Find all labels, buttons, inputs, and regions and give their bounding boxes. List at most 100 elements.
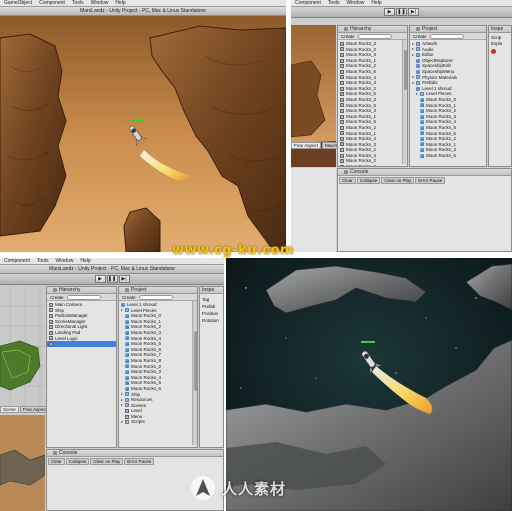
hierarchy-search-input[interactable] <box>66 294 101 300</box>
menu-component[interactable]: Component <box>4 258 30 264</box>
cube-icon <box>49 302 53 307</box>
menu-component[interactable]: Component <box>39 0 65 6</box>
console-clear-button[interactable]: Clear <box>48 458 65 465</box>
cube-icon <box>340 103 344 108</box>
console-clear-on-play-button[interactable]: Clear on Play <box>381 177 415 184</box>
cube-icon <box>340 153 344 158</box>
menu-bar: Component Tools Window Help <box>291 0 512 7</box>
tab-free-aspect[interactable]: Free Aspect <box>291 142 322 149</box>
project-scrollbar[interactable] <box>192 301 197 445</box>
expand-arrow-icon[interactable] <box>412 48 414 51</box>
list-item[interactable] <box>47 341 116 347</box>
step-button[interactable]: ▶| <box>408 8 419 16</box>
cube-icon <box>340 108 344 113</box>
inspector-tab[interactable]: Inspe <box>489 26 511 33</box>
menu-window[interactable]: Window <box>347 0 365 6</box>
mesh-icon <box>125 375 129 380</box>
list-item[interactable]: Moon Rocks_5 <box>410 153 486 159</box>
project-search-input[interactable] <box>138 294 173 300</box>
pause-button[interactable]: ❚❚ <box>396 8 407 16</box>
error-icon <box>491 49 496 54</box>
console-error-pause-button[interactable]: Error Pause <box>415 177 446 184</box>
play-button[interactable]: ▶ <box>94 275 106 283</box>
tab-scene[interactable]: Scene <box>0 406 19 413</box>
folder-icon <box>420 92 424 97</box>
cube-icon <box>340 148 344 153</box>
game-view-small <box>0 415 45 511</box>
mesh-icon <box>125 313 129 318</box>
mesh-icon <box>125 336 129 341</box>
console-tab[interactable]: Console <box>47 450 223 457</box>
cube-icon <box>125 409 129 414</box>
console-tab[interactable]: Console <box>338 169 511 176</box>
create-dropdown[interactable]: Create <box>413 34 427 39</box>
play-button[interactable]: ▶ <box>384 8 395 16</box>
health-bar <box>131 120 143 122</box>
pause-button[interactable]: ❚❚ <box>106 275 118 283</box>
inspector-field: Position <box>202 311 219 316</box>
cube-icon <box>49 313 53 318</box>
menu-help[interactable]: Help <box>115 0 125 6</box>
expand-arrow-icon[interactable] <box>121 309 123 312</box>
menu-tools[interactable]: Tools <box>72 0 84 6</box>
create-dropdown[interactable]: Create <box>341 34 355 39</box>
expand-arrow-icon[interactable] <box>121 421 123 424</box>
mesh-icon <box>125 353 129 358</box>
menu-gameobject[interactable]: GameObject <box>4 0 32 6</box>
expand-arrow-icon[interactable] <box>412 81 414 84</box>
cube-icon <box>340 164 344 166</box>
create-dropdown[interactable]: Create <box>50 295 64 300</box>
cube-icon <box>340 136 344 141</box>
hierarchy-toolbar: Create <box>47 294 116 301</box>
console-clear-button[interactable]: Clear <box>339 177 356 184</box>
folder-icon <box>416 80 420 85</box>
console-icon <box>53 451 57 455</box>
window-title: MarsLandz - Unity Project - PC, Mac & Li… <box>0 7 286 16</box>
health-bar <box>361 341 375 343</box>
expand-arrow-icon[interactable] <box>121 404 123 407</box>
scene-view <box>0 286 45 406</box>
cube-icon <box>340 86 344 91</box>
menu-help[interactable]: Help <box>80 258 90 264</box>
mesh-icon <box>420 153 424 158</box>
mesh-icon <box>125 325 129 330</box>
menu-component[interactable]: Component <box>295 0 321 6</box>
menu-bar: Component Tools Window Help <box>0 258 224 265</box>
expand-arrow-icon[interactable] <box>121 398 123 401</box>
expand-arrow-icon[interactable] <box>412 42 414 45</box>
hierarchy-tab[interactable]: Hierarchy <box>47 287 116 294</box>
hierarchy-toolbar: Create <box>338 33 407 40</box>
inspector-tab[interactable]: Inspe <box>200 287 223 294</box>
hierarchy-search-input[interactable] <box>357 33 392 39</box>
inspector-panel: Inspe Scrip Explo <box>488 25 512 167</box>
inspector-field: Tag <box>202 297 210 302</box>
project-search-input[interactable] <box>429 33 464 39</box>
project-tab[interactable]: Project <box>410 26 486 33</box>
expand-arrow-icon[interactable] <box>121 393 123 396</box>
hierarchy-scrollbar[interactable] <box>402 40 407 164</box>
console-clear-on-play-button[interactable]: Clear on Play <box>90 458 124 465</box>
console-error-pause-button[interactable]: Error Pause <box>124 458 155 465</box>
console-collapse-button[interactable]: Collapse <box>356 177 381 184</box>
expand-arrow-icon[interactable] <box>416 93 418 96</box>
list-item[interactable]: Scripts <box>119 419 197 425</box>
menu-window[interactable]: Window <box>56 258 74 264</box>
console-collapse-button[interactable]: Collapse <box>65 458 90 465</box>
prefab-icon <box>416 58 420 63</box>
menu-window[interactable]: Window <box>91 0 109 6</box>
menu-tools[interactable]: Tools <box>37 258 49 264</box>
menu-tools[interactable]: Tools <box>328 0 340 6</box>
mars-scene <box>0 16 286 252</box>
expand-arrow-icon[interactable] <box>412 76 414 79</box>
inspector-field: Rotation <box>202 318 219 323</box>
step-button[interactable]: ▶| <box>118 275 130 283</box>
cube-icon <box>340 52 344 57</box>
expand-arrow-icon[interactable] <box>412 53 414 56</box>
cube-icon <box>340 80 344 85</box>
menu-help[interactable]: Help <box>371 0 381 6</box>
list-item[interactable]: Moon Rocks_6 <box>338 164 407 166</box>
cube-icon <box>340 69 344 74</box>
project-tab[interactable]: Project <box>119 287 197 294</box>
create-dropdown[interactable]: Create <box>122 295 136 300</box>
hierarchy-tab[interactable]: Hierarchy <box>338 26 407 33</box>
